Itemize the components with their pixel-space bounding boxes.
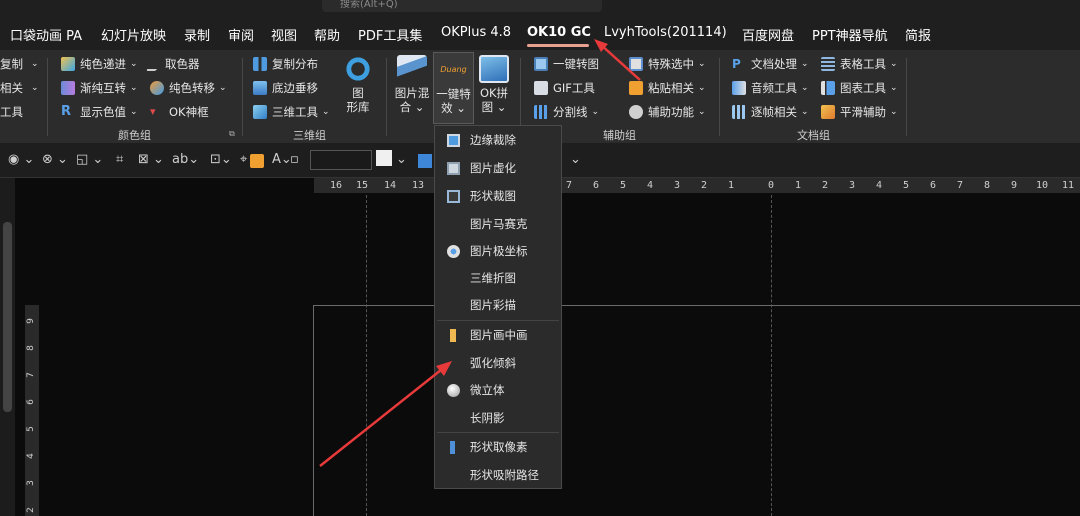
arrow-to-tab — [594, 39, 641, 81]
annotation-arrows — [319, 39, 641, 467]
arrow-to-menu-item — [319, 361, 452, 467]
